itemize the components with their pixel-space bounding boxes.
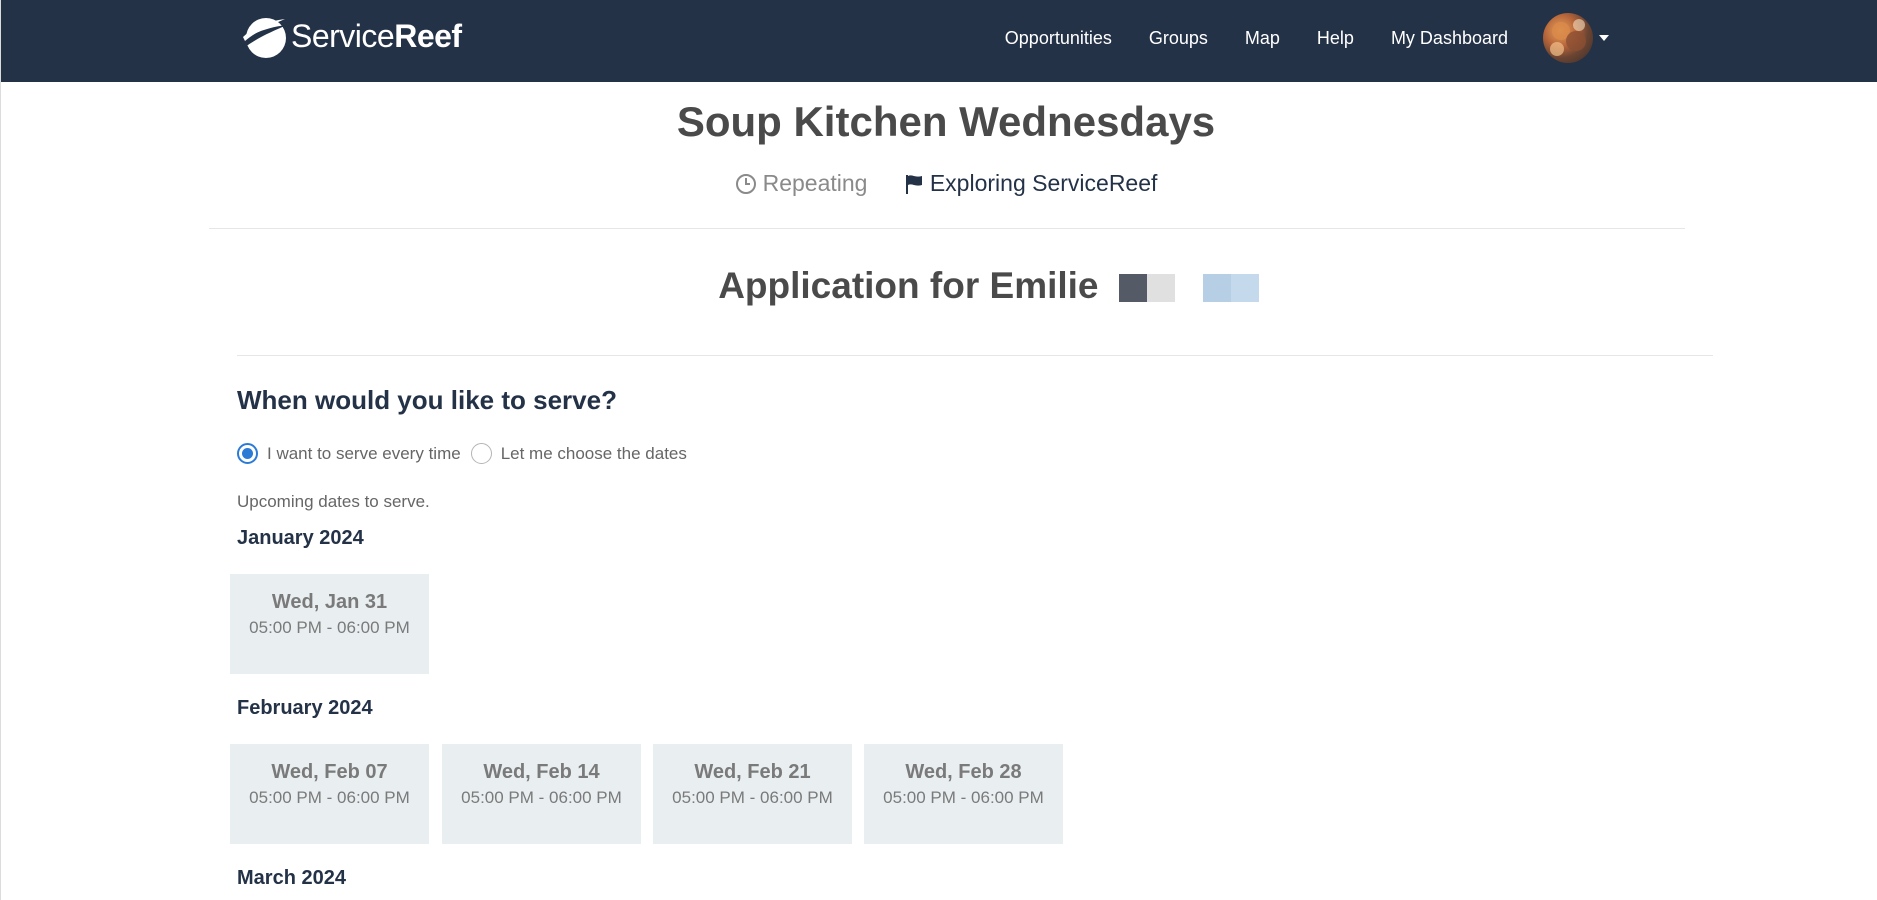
month-heading: March 2024	[237, 867, 346, 889]
avatar	[1543, 13, 1593, 63]
nav-link-help[interactable]: Help	[1317, 28, 1354, 49]
date-day: Wed, Feb 28	[905, 761, 1022, 783]
organization-link[interactable]: Exploring ServiceReef	[904, 170, 1158, 197]
nav-links: Opportunities Groups Map Help My Dashboa…	[968, 0, 1508, 76]
serve-every-time-label[interactable]: I want to serve every time	[267, 444, 461, 464]
nav-link-opportunities[interactable]: Opportunities	[1005, 28, 1112, 49]
serve-option-group: I want to serve every time Let me choose…	[237, 443, 697, 464]
schedule-info: Repeating	[735, 170, 868, 197]
event-meta: Repeating Exploring ServiceReef	[1, 170, 1877, 201]
clock-icon	[735, 173, 756, 194]
date-card[interactable]: Wed, Jan 31 05:00 PM - 06:00 PM	[230, 574, 429, 674]
date-time: 05:00 PM - 06:00 PM	[672, 788, 833, 807]
serve-question: When would you like to serve?	[237, 385, 617, 415]
logo-swoosh-icon	[239, 13, 289, 59]
divider	[209, 228, 1685, 229]
servicereef-logo[interactable]: ServiceReef	[239, 12, 462, 60]
date-day: Wed, Feb 21	[694, 761, 811, 783]
logo-text-light: Service	[291, 17, 395, 54]
divider	[237, 355, 1713, 356]
month-heading: January 2024	[237, 527, 364, 549]
nav-link-map[interactable]: Map	[1245, 28, 1280, 49]
nav-link-groups[interactable]: Groups	[1149, 28, 1208, 49]
top-navbar: ServiceReef Opportunities Groups Map Hel…	[1, 0, 1877, 82]
date-card[interactable]: Wed, Feb 07 05:00 PM - 06:00 PM	[230, 744, 429, 844]
date-card[interactable]: Wed, Feb 21 05:00 PM - 06:00 PM	[653, 744, 852, 844]
schedule-label: Repeating	[762, 170, 868, 196]
date-time: 05:00 PM - 06:00 PM	[249, 618, 410, 637]
chevron-down-icon	[1599, 35, 1609, 41]
upcoming-dates-label: Upcoming dates to serve.	[237, 492, 430, 511]
organization-name: Exploring ServiceReef	[929, 170, 1158, 196]
date-time: 05:00 PM - 06:00 PM	[883, 788, 1044, 807]
logo-text-bold: Reef	[394, 17, 462, 54]
date-day: Wed, Feb 14	[483, 761, 600, 783]
application-title-text: Application for Emilie	[718, 265, 1099, 306]
date-card[interactable]: Wed, Feb 28 05:00 PM - 06:00 PM	[864, 744, 1063, 844]
choose-dates-label[interactable]: Let me choose the dates	[501, 444, 687, 464]
page: ServiceReef Opportunities Groups Map Hel…	[0, 0, 1877, 900]
date-day: Wed, Feb 07	[271, 761, 388, 783]
month-heading: February 2024	[237, 697, 373, 719]
nav-link-my-dashboard[interactable]: My Dashboard	[1391, 28, 1508, 49]
date-card[interactable]: Wed, Feb 14 05:00 PM - 06:00 PM	[442, 744, 641, 844]
user-menu-toggle[interactable]	[1543, 13, 1609, 63]
date-time: 05:00 PM - 06:00 PM	[249, 788, 410, 807]
date-time: 05:00 PM - 06:00 PM	[461, 788, 622, 807]
application-title: Application for Emilie	[1, 265, 1877, 307]
logo-wordmark: ServiceReef	[291, 18, 462, 55]
flag-icon	[905, 174, 922, 194]
serve-every-time-radio[interactable]	[237, 443, 258, 464]
date-day: Wed, Jan 31	[271, 591, 388, 613]
redacted-name-block	[1118, 274, 1259, 303]
event-title: Soup Kitchen Wednesdays	[676, 98, 1216, 145]
choose-dates-radio[interactable]	[470, 443, 492, 464]
